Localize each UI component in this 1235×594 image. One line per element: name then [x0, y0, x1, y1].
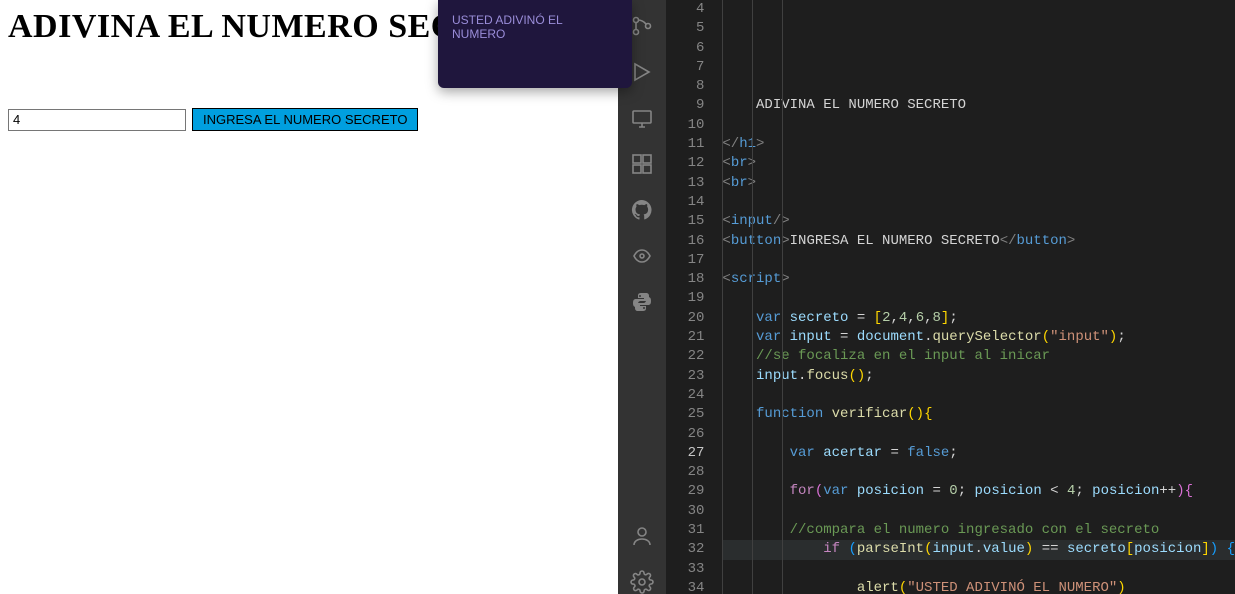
github-icon[interactable]: [630, 198, 654, 222]
line-number: 20: [666, 309, 704, 328]
live-share-icon[interactable]: [630, 244, 654, 268]
preview-form: INGRESA EL NUMERO SECRETO: [8, 108, 610, 131]
line-number: 6: [666, 39, 704, 58]
line-number: 12: [666, 154, 704, 173]
line-number: 26: [666, 425, 704, 444]
line-number-gutter: 4567891011121314151617181920212223242526…: [666, 0, 722, 594]
code-line[interactable]: </h1>: [722, 135, 1235, 154]
code-line[interactable]: [722, 193, 1235, 212]
line-number: 25: [666, 405, 704, 424]
code-line[interactable]: [722, 502, 1235, 521]
code-line[interactable]: [722, 289, 1235, 308]
line-number: 31: [666, 521, 704, 540]
settings-gear-icon[interactable]: [630, 570, 654, 594]
code-content[interactable]: ADIVINA EL NUMERO SECRETO </h1><br><br> …: [722, 0, 1235, 594]
line-number: 8: [666, 77, 704, 96]
line-number: 22: [666, 347, 704, 366]
line-number: 9: [666, 96, 704, 115]
browser-preview-panel: ADIVINA EL NUMERO SECRETO INGRESA EL NUM…: [0, 0, 618, 594]
accounts-icon[interactable]: [630, 524, 654, 548]
code-line[interactable]: for(var posicion = 0; posicion < 4; posi…: [722, 482, 1235, 501]
line-number: 32: [666, 540, 704, 559]
line-number: 17: [666, 251, 704, 270]
code-line[interactable]: [722, 463, 1235, 482]
code-line[interactable]: var secreto = [2,4,6,8];: [722, 309, 1235, 328]
code-line[interactable]: <br>: [722, 154, 1235, 173]
code-line[interactable]: [722, 251, 1235, 270]
source-control-icon[interactable]: [630, 14, 654, 38]
number-input[interactable]: [8, 109, 186, 131]
line-number: 30: [666, 502, 704, 521]
line-number: 28: [666, 463, 704, 482]
line-number: 29: [666, 482, 704, 501]
code-line[interactable]: var input = document.querySelector("inpu…: [722, 328, 1235, 347]
line-number: 13: [666, 174, 704, 193]
vertical-scrollbar[interactable]: [1221, 0, 1235, 594]
line-number: 34: [666, 579, 704, 594]
line-number: 15: [666, 212, 704, 231]
alert-banner[interactable]: USTED ADIVINÓ EL NUMERO: [438, 0, 632, 88]
line-number: 10: [666, 116, 704, 135]
python-icon[interactable]: [630, 290, 654, 314]
code-line[interactable]: [722, 386, 1235, 405]
line-number: 18: [666, 270, 704, 289]
line-number: 33: [666, 560, 704, 579]
code-line[interactable]: function verificar(){: [722, 405, 1235, 424]
alert-message: USTED ADIVINÓ EL NUMERO: [452, 13, 618, 41]
code-line[interactable]: //se focaliza en el input al inicar: [722, 347, 1235, 366]
line-number: 27: [666, 444, 704, 463]
code-line[interactable]: //compara el numero ingresado con el sec…: [722, 521, 1235, 540]
line-number: 24: [666, 386, 704, 405]
code-line[interactable]: alert("USTED ADIVINÓ EL NUMERO"): [722, 579, 1235, 594]
line-number: 23: [666, 367, 704, 386]
submit-button[interactable]: INGRESA EL NUMERO SECRETO: [192, 108, 418, 131]
code-line[interactable]: [722, 560, 1235, 579]
line-number: 7: [666, 58, 704, 77]
line-number: 11: [666, 135, 704, 154]
line-number: 5: [666, 19, 704, 38]
line-number: 4: [666, 0, 704, 19]
vscode-editor: 4567891011121314151617181920212223242526…: [618, 0, 1235, 594]
line-number: 21: [666, 328, 704, 347]
extensions-icon[interactable]: [630, 152, 654, 176]
activity-bar: [618, 0, 666, 594]
line-number: 14: [666, 193, 704, 212]
code-line[interactable]: [722, 116, 1235, 135]
run-debug-icon[interactable]: [630, 60, 654, 84]
code-line[interactable]: [722, 425, 1235, 444]
line-number: 19: [666, 289, 704, 308]
code-line[interactable]: input.focus();: [722, 367, 1235, 386]
code-line[interactable]: <input/>: [722, 212, 1235, 231]
line-number: 16: [666, 232, 704, 251]
remote-explorer-icon[interactable]: [630, 106, 654, 130]
code-line[interactable]: <button>INGRESA EL NUMERO SECRETO</butto…: [722, 232, 1235, 251]
code-line[interactable]: <script>: [722, 270, 1235, 289]
code-line[interactable]: var acertar = false;: [722, 444, 1235, 463]
code-editor[interactable]: 4567891011121314151617181920212223242526…: [666, 0, 1235, 594]
code-line[interactable]: <br>: [722, 174, 1235, 193]
code-line[interactable]: if (parseInt(input.value) == secreto[pos…: [722, 540, 1235, 559]
code-line[interactable]: ADIVINA EL NUMERO SECRETO: [722, 96, 1235, 115]
